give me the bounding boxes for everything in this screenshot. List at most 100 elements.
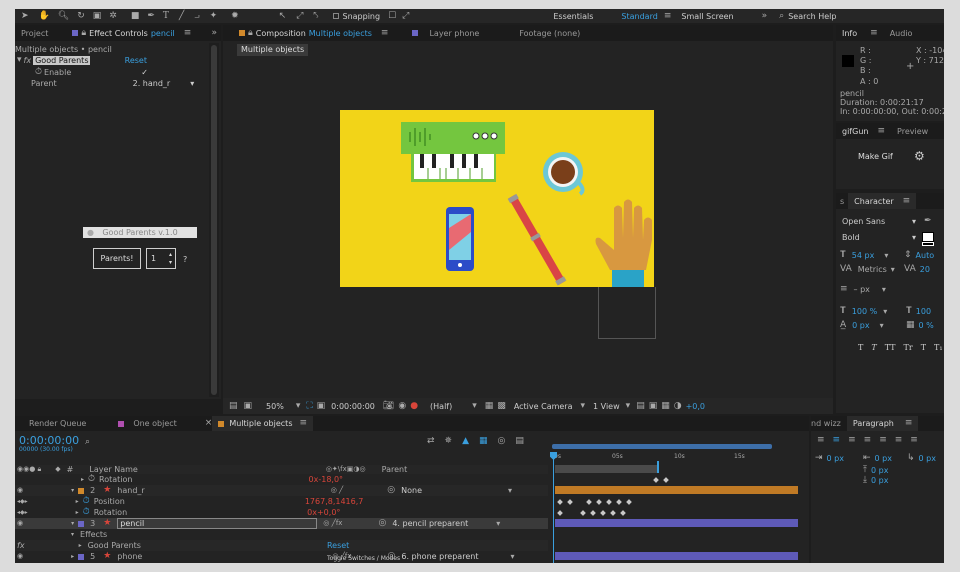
type-tool-icon[interactable]: T bbox=[163, 11, 169, 21]
work-area-bar[interactable] bbox=[552, 444, 772, 449]
panel-menu-icon[interactable]: ≡ bbox=[381, 28, 389, 38]
layer-row[interactable]: ◉ ▾ 3 ★ pencil ◎ ╱fx ◎ 4. pencil prepare… bbox=[15, 518, 548, 529]
shy-icon[interactable]: ▲ bbox=[462, 437, 469, 446]
eyedropper-icon[interactable]: ✒ bbox=[924, 217, 932, 226]
align-right-icon[interactable]: ≡ bbox=[848, 436, 856, 445]
stepper-arrows-icon[interactable]: ▴ ▾ bbox=[169, 251, 172, 267]
chevron-down-icon[interactable]: ▾ bbox=[884, 251, 888, 260]
snapping-checkbox[interactable] bbox=[332, 13, 339, 19]
snap-option-icon[interactable]: ☐ bbox=[388, 11, 396, 21]
faux-italic-button[interactable]: T bbox=[871, 343, 876, 352]
search-icon[interactable]: ⌕ bbox=[779, 11, 784, 21]
tab-paragraph[interactable]: Paragraph ≡ bbox=[846, 416, 919, 431]
faux-bold-button[interactable]: T bbox=[858, 343, 863, 352]
make-gif-button[interactable]: Make Gif bbox=[858, 152, 893, 161]
close-icon[interactable]: ● bbox=[87, 228, 94, 237]
fast-previews-icon[interactable]: ▦ bbox=[485, 401, 494, 411]
fx-icon[interactable]: fx bbox=[17, 541, 25, 550]
time-ruler[interactable]: 0s 05s 10s 15s bbox=[552, 434, 809, 464]
parent-dropdown[interactable]: 4. pencil preparent bbox=[392, 519, 468, 528]
keyframe[interactable] bbox=[653, 477, 659, 483]
indent-first-value[interactable]: 0 px bbox=[919, 454, 936, 463]
tsume-value[interactable]: 0 % bbox=[919, 321, 934, 330]
layer-label-swatch[interactable] bbox=[78, 487, 85, 494]
indent-right-value[interactable]: 0 px bbox=[875, 454, 892, 463]
layer-bar-phone[interactable] bbox=[555, 552, 798, 560]
rectangle-tool-icon[interactable]: ■ bbox=[131, 11, 140, 21]
keyframe[interactable] bbox=[557, 499, 563, 505]
parent-dropdown[interactable]: 2. hand_r ▾ bbox=[133, 79, 195, 88]
keyframe[interactable] bbox=[580, 510, 586, 516]
align-center-icon[interactable]: ≡ bbox=[833, 436, 841, 445]
search-icon[interactable]: ⌕ bbox=[85, 438, 90, 447]
count-stepper[interactable]: 1 ▴ ▾ bbox=[146, 248, 176, 269]
layer-row[interactable]: ◉ ▸ 5 ★ phone ◎ ╱fx ◎ 6. phone preparent… bbox=[15, 551, 548, 562]
chevron-down-icon[interactable]: ▾ bbox=[880, 321, 884, 330]
expand-triangle-icon[interactable]: ▸ bbox=[76, 509, 79, 516]
align-left-icon[interactable]: ≡ bbox=[817, 436, 825, 445]
tab-footage[interactable]: Footage (none) bbox=[513, 25, 586, 41]
panel-menu-icon[interactable]: ≡ bbox=[903, 196, 911, 206]
pen-tool-icon[interactable]: ✒ bbox=[147, 11, 155, 21]
comp-sub-tab[interactable]: Multiple objects bbox=[237, 44, 309, 56]
tab-preview[interactable]: Preview bbox=[891, 123, 934, 139]
help-label[interactable]: ? bbox=[183, 255, 187, 264]
space-before-value[interactable]: 0 px bbox=[871, 466, 888, 475]
subscript-button[interactable]: T₁ bbox=[934, 343, 943, 352]
keyframe[interactable] bbox=[567, 499, 573, 505]
parents-button[interactable]: Parents! bbox=[93, 248, 141, 269]
keyframe[interactable] bbox=[626, 499, 632, 505]
layer-bar-hand-r[interactable] bbox=[555, 486, 798, 494]
layer-name-header[interactable]: Layer Name bbox=[89, 465, 137, 474]
stopwatch-icon[interactable]: ⏱︎ bbox=[35, 68, 42, 77]
fill-stroke-swatch[interactable] bbox=[922, 232, 934, 242]
all-caps-button[interactable]: TT bbox=[885, 343, 896, 352]
superscript-button[interactable]: T bbox=[921, 343, 926, 352]
effect-reset-link[interactable]: Reset bbox=[125, 56, 147, 65]
pickwhip-icon[interactable]: ◎ bbox=[378, 519, 386, 528]
lock-icon[interactable]: 🔒︎ bbox=[248, 28, 253, 38]
vertical-scrollbar[interactable] bbox=[209, 43, 219, 397]
camera-dropdown[interactable]: Active Camera bbox=[514, 402, 573, 411]
draft-3d-icon[interactable]: ✵ bbox=[445, 437, 453, 446]
puppet-tool-icon[interactable]: ✹ bbox=[231, 11, 239, 21]
effect-name[interactable]: Good Parents bbox=[33, 56, 91, 65]
flowchart-icon[interactable]: ▦ bbox=[661, 401, 670, 411]
layer-bar-pencil[interactable] bbox=[555, 519, 798, 527]
pan-behind-tool-icon[interactable]: ✲ bbox=[109, 11, 117, 21]
camera-tool-icon[interactable]: ▣ bbox=[93, 11, 102, 21]
tab-render-queue[interactable]: Render Queue bbox=[15, 416, 92, 431]
transparency-grid-icon[interactable]: ▩ bbox=[497, 401, 506, 411]
visibility-eye-icon[interactable]: ◉ bbox=[17, 520, 23, 527]
chevron-down-icon[interactable]: ▾ bbox=[510, 552, 514, 561]
property-value[interactable]: 1767,8,1416,7 bbox=[305, 497, 364, 506]
font-family-dropdown[interactable]: Open Sans ▾ bbox=[842, 217, 916, 226]
mask-icon[interactable]: ▣ bbox=[317, 401, 326, 411]
scrollbar-thumb[interactable] bbox=[211, 45, 217, 395]
comp-timecode[interactable]: 0:00:00:00 bbox=[331, 402, 375, 411]
stamp-tool-icon[interactable]: ⨼ bbox=[194, 11, 199, 21]
expand-triangle-icon[interactable]: ▸ bbox=[76, 498, 79, 505]
keyframe-nav-icon[interactable]: ◂◆▸ bbox=[17, 498, 28, 505]
tab-composition[interactable]: 🔒︎ Composition Multiple objects ≡ bbox=[223, 25, 394, 41]
tab-gifgun[interactable]: gifGun ≡ bbox=[836, 123, 891, 139]
panel-menu-icon[interactable]: ≡ bbox=[870, 28, 878, 38]
keyframe[interactable] bbox=[586, 499, 592, 505]
expand-triangle-icon[interactable]: ▾ bbox=[17, 56, 22, 65]
switches-icons[interactable]: ◎ ╱fx bbox=[323, 520, 342, 527]
eraser-tool-icon[interactable]: ✦ bbox=[210, 11, 218, 21]
keyframe[interactable] bbox=[620, 510, 626, 516]
chevron-down-icon[interactable]: ▾ bbox=[883, 307, 887, 316]
brush-tool-icon[interactable]: ╱ bbox=[179, 11, 184, 21]
leading-value[interactable]: Auto bbox=[916, 251, 935, 260]
tab-project[interactable]: Project bbox=[15, 25, 54, 41]
snapshot-icon[interactable]: 📷︎ bbox=[383, 401, 394, 411]
view-axis-icon[interactable]: ⤣ bbox=[313, 11, 318, 21]
toggle-pixel-icon[interactable]: ▤ bbox=[636, 401, 645, 411]
font-style-dropdown[interactable]: Bold ▾ bbox=[842, 233, 916, 242]
keyframe[interactable] bbox=[663, 477, 669, 483]
panel-menu-icon[interactable]: ≡ bbox=[905, 419, 913, 428]
snap-edge-icon[interactable]: ⤢ bbox=[402, 11, 409, 21]
parent-header[interactable]: Parent bbox=[382, 465, 408, 474]
exposure-value[interactable]: +0,0 bbox=[686, 402, 705, 411]
